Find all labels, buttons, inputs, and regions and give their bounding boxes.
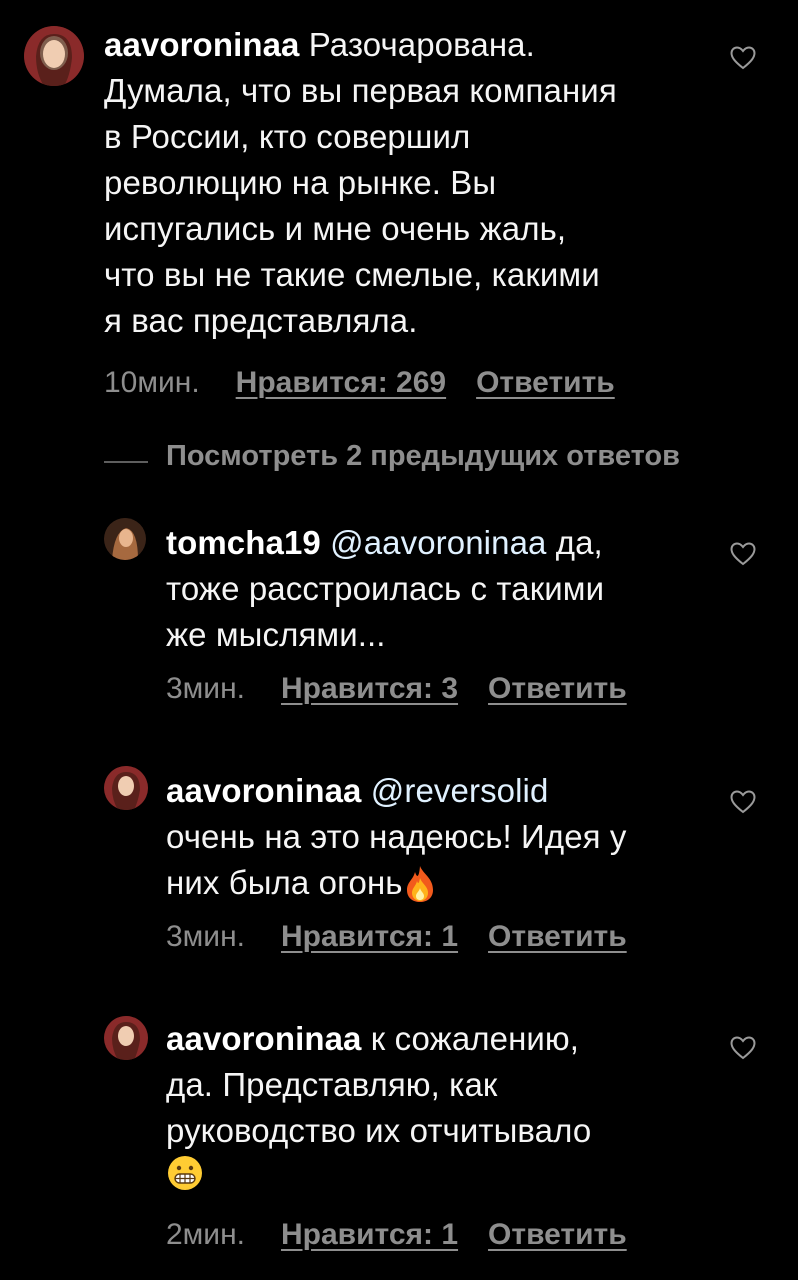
like-heart-icon[interactable] (730, 542, 756, 571)
avatar[interactable] (104, 766, 148, 810)
reply-text-line: очень на это надеюсь! Идея у (166, 818, 627, 855)
reply-button[interactable]: Ответить (488, 920, 627, 954)
reply-meta: 2мин. Нравится: 1 Ответить (166, 1218, 627, 1252)
comment-text-line: революцию на рынке. Вы (104, 164, 497, 201)
avatar[interactable] (104, 518, 146, 560)
comment-text-line: испугались и мне очень жаль, (104, 210, 567, 247)
avatar[interactable] (24, 26, 84, 86)
reply-text-line: них была огонь (166, 864, 403, 901)
avatar-photo (24, 26, 84, 86)
comment-text-line: в России, кто совершил (104, 118, 471, 155)
reply-text-line: руководство их отчитывало (166, 1112, 592, 1149)
reply-username[interactable]: tomcha19 (166, 524, 321, 561)
reply-text-line: тоже расстроилась с такими (166, 570, 605, 607)
reply-button[interactable]: Ответить (488, 1218, 627, 1252)
avatar-photo (104, 518, 146, 560)
grimacing-face-emoji-icon (166, 1154, 204, 1204)
reply-time: 2мин. (166, 1218, 245, 1251)
reply-body: aavoroninaa @reversolid очень на это над… (166, 768, 726, 908)
comment-username[interactable]: aavoroninaa (104, 26, 300, 63)
reply-time: 3мин. (166, 672, 245, 705)
reply-username[interactable]: aavoroninaa (166, 1020, 362, 1057)
comment-text-line: что вы не такие смелые, какими (104, 256, 600, 293)
likes-link[interactable]: Нравится: 1 (281, 920, 458, 954)
reply-button[interactable]: Ответить (476, 366, 615, 400)
comment-body: aavoroninaa Разочарована. Думала, что вы… (104, 22, 704, 344)
reply-button[interactable]: Ответить (488, 672, 627, 706)
comment-time: 10мин. (104, 366, 200, 399)
reply-username[interactable]: aavoroninaa (166, 772, 362, 809)
fire-emoji-icon (403, 862, 437, 908)
reply-text-line: да. Представляю, как (166, 1066, 498, 1103)
likes-link[interactable]: Нравится: 3 (281, 672, 458, 706)
comment-text-line: я вас представляла. (104, 302, 418, 339)
avatar[interactable] (104, 1016, 148, 1060)
reply-text-line: к сожалению, (361, 1020, 580, 1057)
reply-meta: 3мин. Нравится: 1 Ответить (166, 920, 627, 954)
reply-3: aavoroninaa к сожалению, да. Представляю… (0, 998, 798, 1268)
mention-link[interactable]: @reversolid (362, 772, 549, 809)
comment-1: aavoroninaa Разочарована. Думала, что вы… (0, 0, 798, 420)
reply-thread-divider (104, 461, 148, 463)
reply-meta: 3мин. Нравится: 3 Ответить (166, 672, 627, 706)
avatar-photo (104, 1016, 148, 1060)
like-heart-icon[interactable] (730, 46, 756, 75)
likes-link[interactable]: Нравится: 1 (281, 1218, 458, 1252)
like-heart-icon[interactable] (730, 790, 756, 819)
reply-1: tomcha19 @aavoroninaa да, тоже расстроил… (0, 500, 798, 720)
mention-link[interactable]: @aavoroninaa (321, 524, 547, 561)
comment-meta: 10мин. Нравится: 269 Ответить (104, 366, 615, 400)
reply-2: aavoroninaa @reversolid очень на это над… (0, 750, 798, 970)
comment-text-line: Думала, что вы первая компания (104, 72, 617, 109)
reply-text-line: да, (546, 524, 603, 561)
reply-text-line: же мыслями... (166, 616, 386, 653)
comment-text-line: Разочарована. (299, 26, 535, 63)
reply-body: aavoroninaa к сожалению, да. Представляю… (166, 1016, 726, 1204)
likes-link[interactable]: Нравится: 269 (236, 366, 446, 400)
view-previous-label[interactable]: Посмотреть 2 предыдущих ответов (166, 440, 680, 473)
reply-time: 3мин. (166, 920, 245, 953)
like-heart-icon[interactable] (730, 1036, 756, 1065)
avatar-photo (104, 766, 148, 810)
reply-body: tomcha19 @aavoroninaa да, тоже расстроил… (166, 520, 726, 658)
